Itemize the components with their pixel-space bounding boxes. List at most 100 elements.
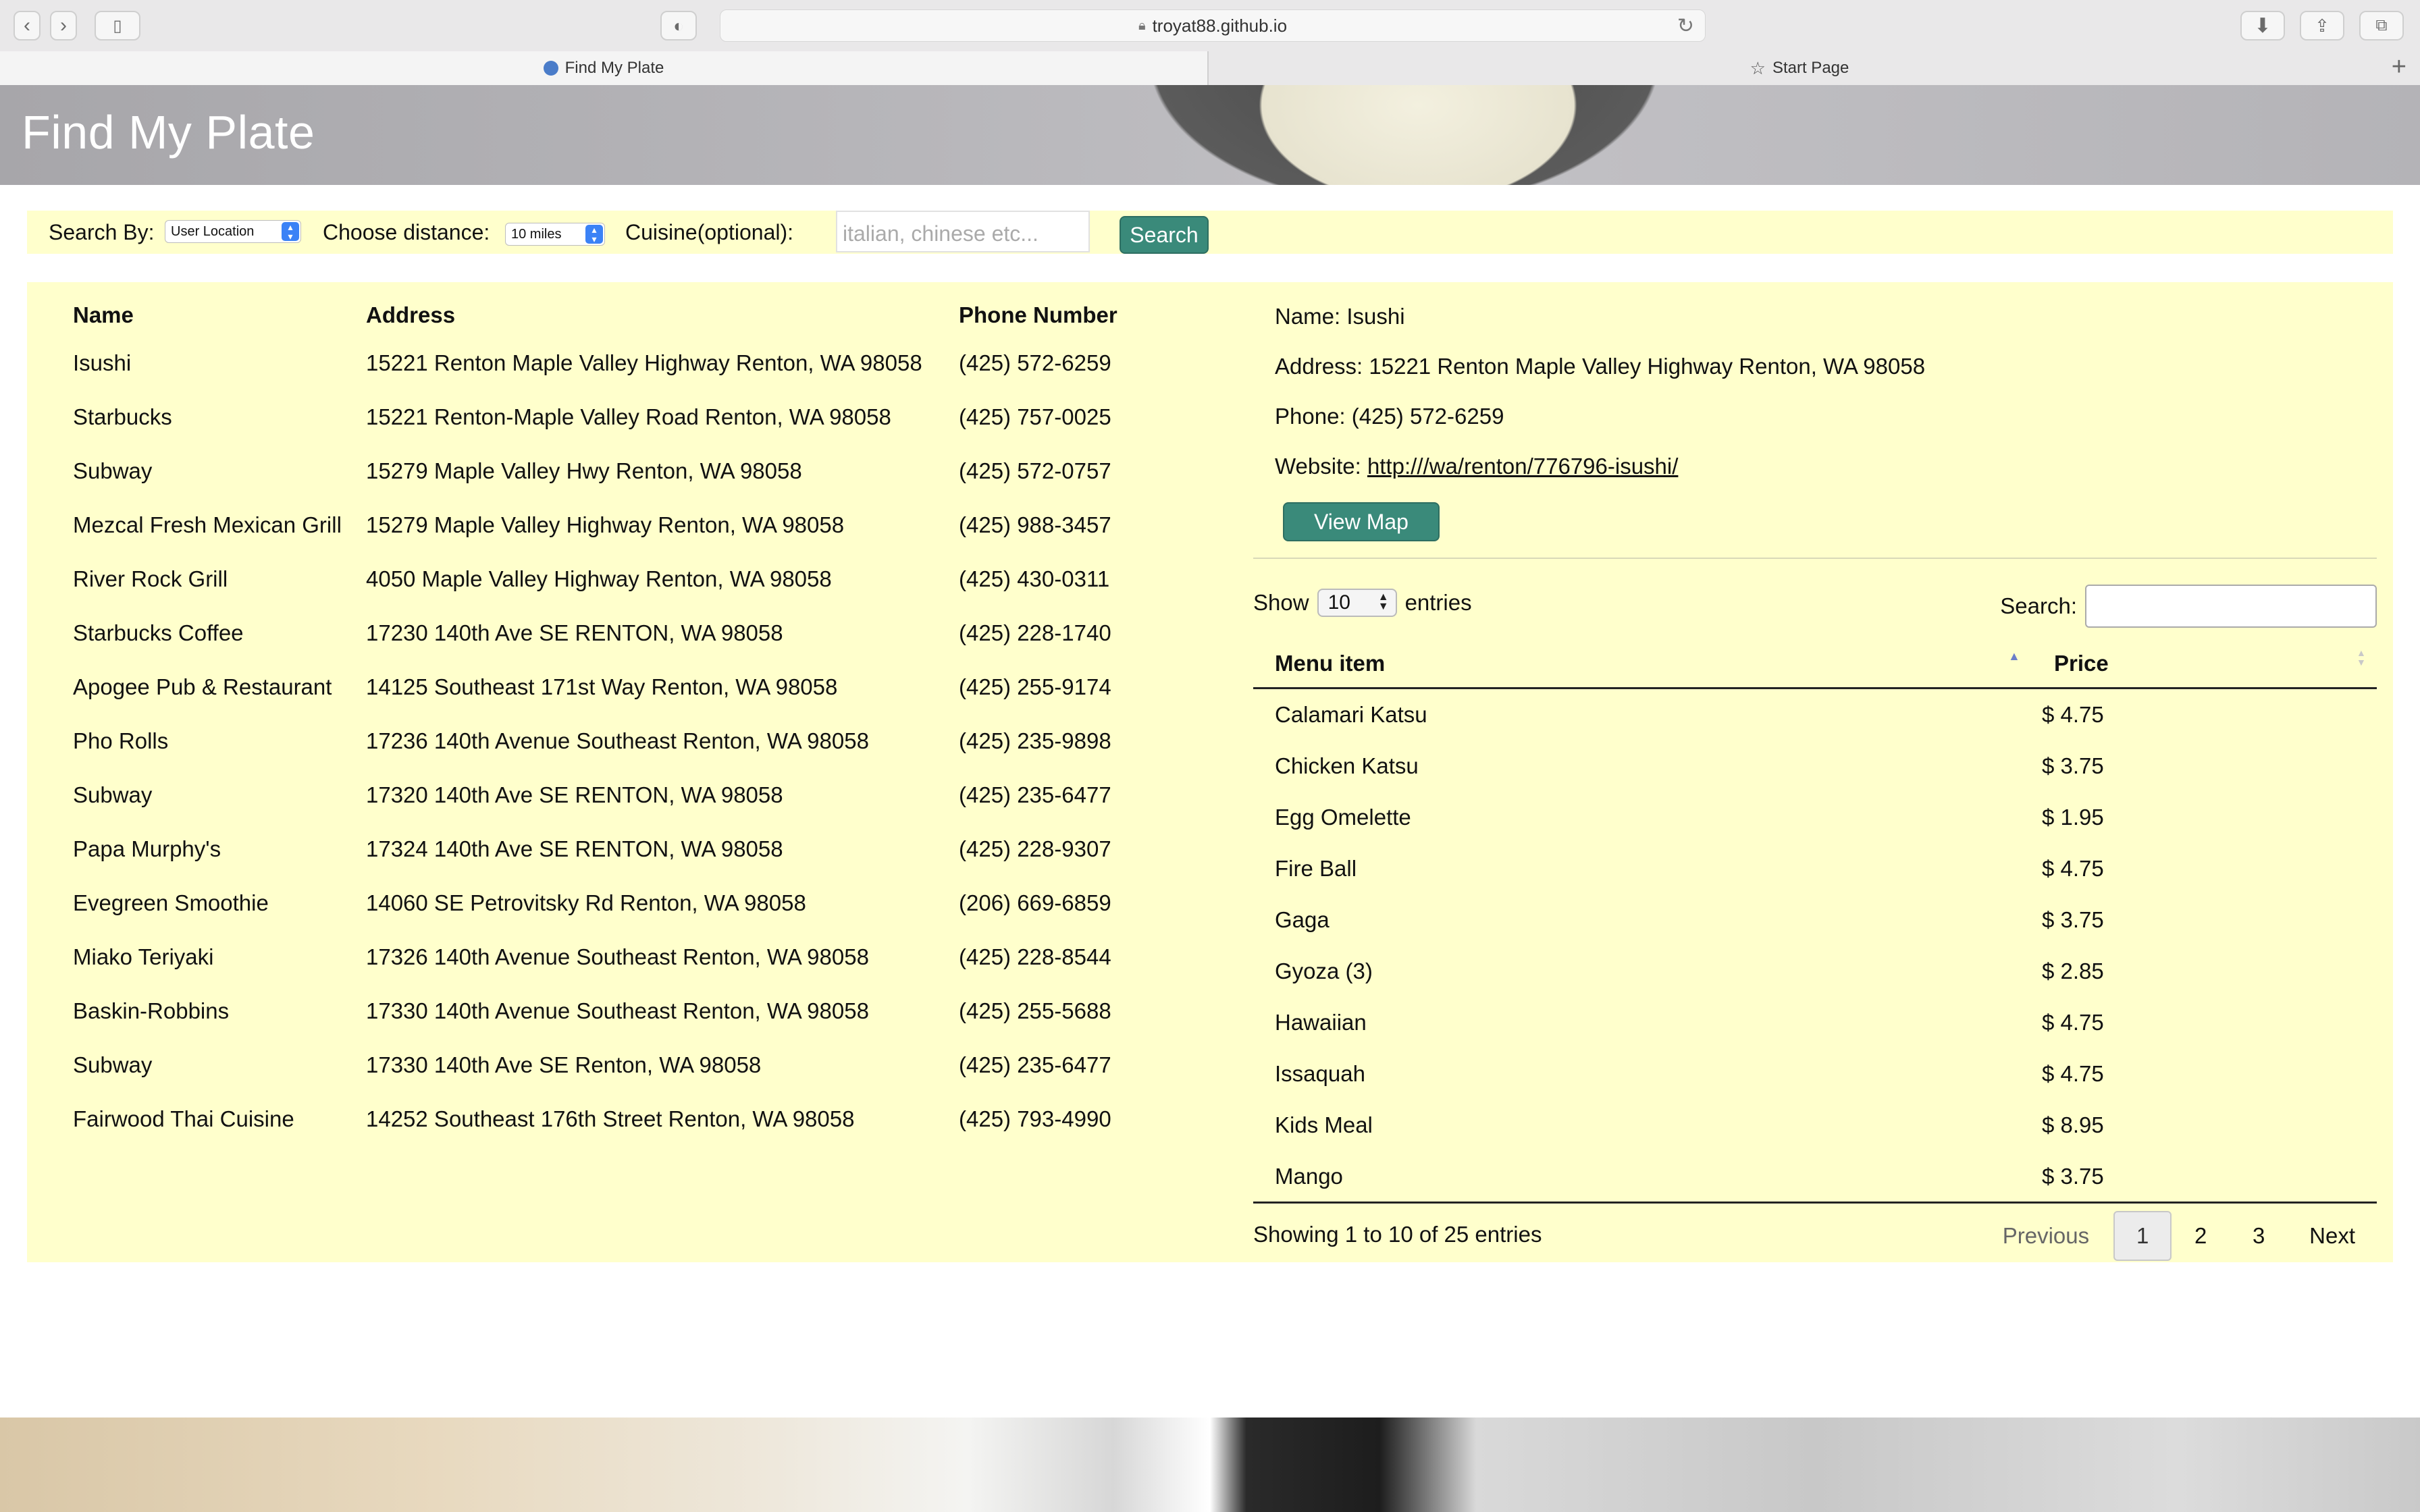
detail-website: Website: http:///wa/renton/776796-isushi… [1275, 454, 1678, 479]
menu-row: Kids Meal $ 8.95 [1253, 1099, 2377, 1150]
tab-find-my-plate[interactable]: Find My Plate [0, 51, 1209, 85]
restaurant-address: 17326 140th Avenue Southeast Renton, WA … [366, 944, 869, 969]
column-header-price[interactable]: Price [2054, 651, 2109, 676]
new-tab-icon[interactable]: + [2392, 53, 2406, 82]
restaurant-row[interactable]: Fairwood Thai Cuisine 14252 Southeast 176… [73, 1092, 1161, 1146]
restaurant-address: 4050 Maple Valley Highway Renton, WA 980… [366, 566, 832, 591]
distance-select[interactable]: 10 miles ▴ ▾ [505, 223, 605, 246]
restaurant-phone: (425) 793-4990 [959, 1106, 1111, 1131]
tab-overview-button[interactable]: ⧉ [2359, 11, 2404, 40]
menu-row: Mango $ 3.75 [1253, 1150, 2377, 1202]
menu-pagination: Previous 1 2 3 Next [1978, 1211, 2377, 1261]
lock-icon: 🔒︎ [1138, 18, 1146, 33]
restaurant-name[interactable]: Fairwood Thai Cuisine [73, 1092, 366, 1146]
menu-search-label: Search: [2000, 593, 2077, 618]
back-button[interactable]: ‹ [14, 11, 41, 40]
entries-select[interactable]: 10 ▲ ▼ [1317, 589, 1397, 617]
browser-chrome: ‹ › ▯ ◐ 🔒︎ troyat88.github.io ↻ ⬇ ⇪ ⧉ Fi… [0, 0, 2420, 86]
menu-search: Search: [2000, 585, 2377, 628]
pagination-page-1[interactable]: 1 [2113, 1211, 2172, 1261]
restaurant-row[interactable]: Pho Rolls 17236 140th Avenue Southeast Re… [73, 714, 1161, 768]
detail-phone: Phone: (425) 572-6259 [1275, 404, 1504, 429]
restaurant-row[interactable]: Baskin-Robbins 17330 140th Avenue Southea… [73, 984, 1161, 1038]
cuisine-input[interactable]: italian, chinese etc... [836, 211, 1090, 252]
restaurant-phone: (425) 572-0757 [959, 458, 1111, 483]
restaurant-row[interactable]: Evegreen Smoothie 14060 SE Petrovitsky Rd… [73, 876, 1161, 930]
restaurant-row[interactable]: River Rock Grill 4050 Maple Valley Highwa… [73, 552, 1161, 606]
restaurant-row[interactable]: Papa Murphy's 17324 140th Ave SE RENTON, … [73, 822, 1161, 876]
entries-label: entries [1404, 590, 1472, 615]
menu-item-price: $ 3.75 [2042, 907, 2104, 932]
detail-name: Name: Isushi [1275, 304, 1405, 329]
pagination-page-3[interactable]: 3 [2230, 1211, 2288, 1261]
tab-start-page[interactable]: ☆ Start Page [1209, 51, 2390, 85]
pagination-page-2[interactable]: 2 [2172, 1211, 2230, 1261]
pagination-previous[interactable]: Previous [1978, 1211, 2113, 1261]
restaurant-phone: (425) 235-6477 [959, 782, 1111, 807]
restaurant-name[interactable]: Baskin-Robbins [73, 984, 366, 1038]
restaurant-name[interactable]: Subway [73, 444, 366, 498]
menu-item-name: Fire Ball [1275, 856, 1357, 881]
menu-row: Egg Omelette $ 1.95 [1253, 791, 2377, 842]
menu-item-name: Gyoza (3) [1275, 959, 1373, 983]
restaurant-row[interactable]: Miako Teriyaki 17326 140th Avenue Southea… [73, 930, 1161, 984]
menu-item-name: Gaga [1275, 907, 1330, 932]
restaurant-name[interactable]: Subway [73, 1038, 366, 1092]
restaurant-name[interactable]: Papa Murphy's [73, 822, 366, 876]
restaurant-name[interactable]: Starbucks [73, 390, 366, 444]
restaurant-name[interactable]: Subway [73, 768, 366, 822]
column-header-menu-item[interactable]: Menu item [1275, 651, 1385, 676]
divider [1253, 558, 2377, 559]
favicon-icon [543, 61, 558, 76]
view-map-button[interactable]: View Map [1283, 502, 1440, 541]
restaurant-name[interactable]: Evegreen Smoothie [73, 876, 366, 930]
restaurant-row[interactable]: Subway 15279 Maple Valley Hwy Renton, WA … [73, 444, 1161, 498]
restaurant-row[interactable]: Apogee Pub & Restaurant 14125 Southeast 1… [73, 660, 1161, 714]
privacy-shield-icon[interactable]: ◐ [660, 11, 697, 40]
menu-item-price: $ 4.75 [2042, 1061, 2104, 1086]
restaurant-table: Name Address Phone Number Isushi 15221 Re… [73, 294, 1161, 1146]
menu-item-price: $ 8.95 [2042, 1112, 2104, 1137]
restaurant-row[interactable]: Isushi 15221 Renton Maple Valley Highway … [73, 336, 1161, 390]
restaurant-name[interactable]: Mezcal Fresh Mexican Grill [73, 498, 366, 552]
restaurant-phone: (425) 228-1740 [959, 620, 1111, 645]
restaurant-row[interactable]: Starbucks 15221 Renton-Maple Valley Road … [73, 390, 1161, 444]
show-entries: Show 10 ▲ ▼ entries [1253, 589, 1472, 617]
restaurant-phone: (425) 255-9174 [959, 674, 1111, 699]
address-bar[interactable]: 🔒︎ troyat88.github.io ↻ [720, 9, 1706, 42]
forward-button[interactable]: › [50, 11, 77, 40]
downloads-button[interactable]: ⬇ [2240, 11, 2285, 40]
share-button[interactable]: ⇪ [2300, 11, 2344, 40]
column-header-phone: Phone Number [959, 302, 1117, 327]
restaurant-name[interactable]: Isushi [73, 336, 366, 390]
star-icon: ☆ [1750, 57, 1766, 78]
reload-icon[interactable]: ↻ [1677, 14, 1694, 38]
sort-both-icon: ▲ ▼ [2357, 647, 2366, 668]
restaurant-name[interactable]: Apogee Pub & Restaurant [73, 660, 366, 714]
sidebar-toggle-button[interactable]: ▯ [95, 11, 140, 40]
sort-ascending-icon: ▲ [2008, 649, 2020, 663]
website-link[interactable]: http:///wa/renton/776796-isushi/ [1367, 454, 1678, 479]
restaurant-name[interactable]: Pho Rolls [73, 714, 366, 768]
restaurant-table-header: Name Address Phone Number [73, 294, 1161, 336]
restaurant-name[interactable]: Starbucks Coffee [73, 606, 366, 660]
restaurant-row[interactable]: Subway 17330 140th Ave SE Renton, WA 9805… [73, 1038, 1161, 1092]
search-button[interactable]: Search [1120, 216, 1209, 254]
restaurant-row[interactable]: Subway 17320 140th Ave SE RENTON, WA 9805… [73, 768, 1161, 822]
menu-search-input[interactable] [2085, 585, 2377, 628]
address-url: troyat88.github.io [1152, 15, 1288, 36]
menu-item-price: $ 4.75 [2042, 856, 2104, 881]
menu-table-bottom-border [1253, 1202, 2377, 1204]
restaurant-row[interactable]: Mezcal Fresh Mexican Grill 15279 Maple Va… [73, 498, 1161, 552]
search-by-select[interactable]: User Location ▴ ▾ [165, 220, 301, 243]
entries-value: 10 [1327, 591, 1350, 614]
tab-label: Start Page [1772, 59, 1849, 77]
distance-value: 10 miles [511, 226, 562, 242]
restaurant-name[interactable]: Miako Teriyaki [73, 930, 366, 984]
restaurant-row[interactable]: Starbucks Coffee 17230 140th Ave SE RENTO… [73, 606, 1161, 660]
restaurant-name[interactable]: River Rock Grill [73, 552, 366, 606]
search-bar: Search By: User Location ▴ ▾ Choose dista… [27, 211, 2393, 254]
pagination-next[interactable]: Next [2288, 1211, 2377, 1261]
menu-item-price: $ 3.75 [2042, 1164, 2104, 1189]
restaurant-phone: (425) 235-9898 [959, 728, 1111, 753]
